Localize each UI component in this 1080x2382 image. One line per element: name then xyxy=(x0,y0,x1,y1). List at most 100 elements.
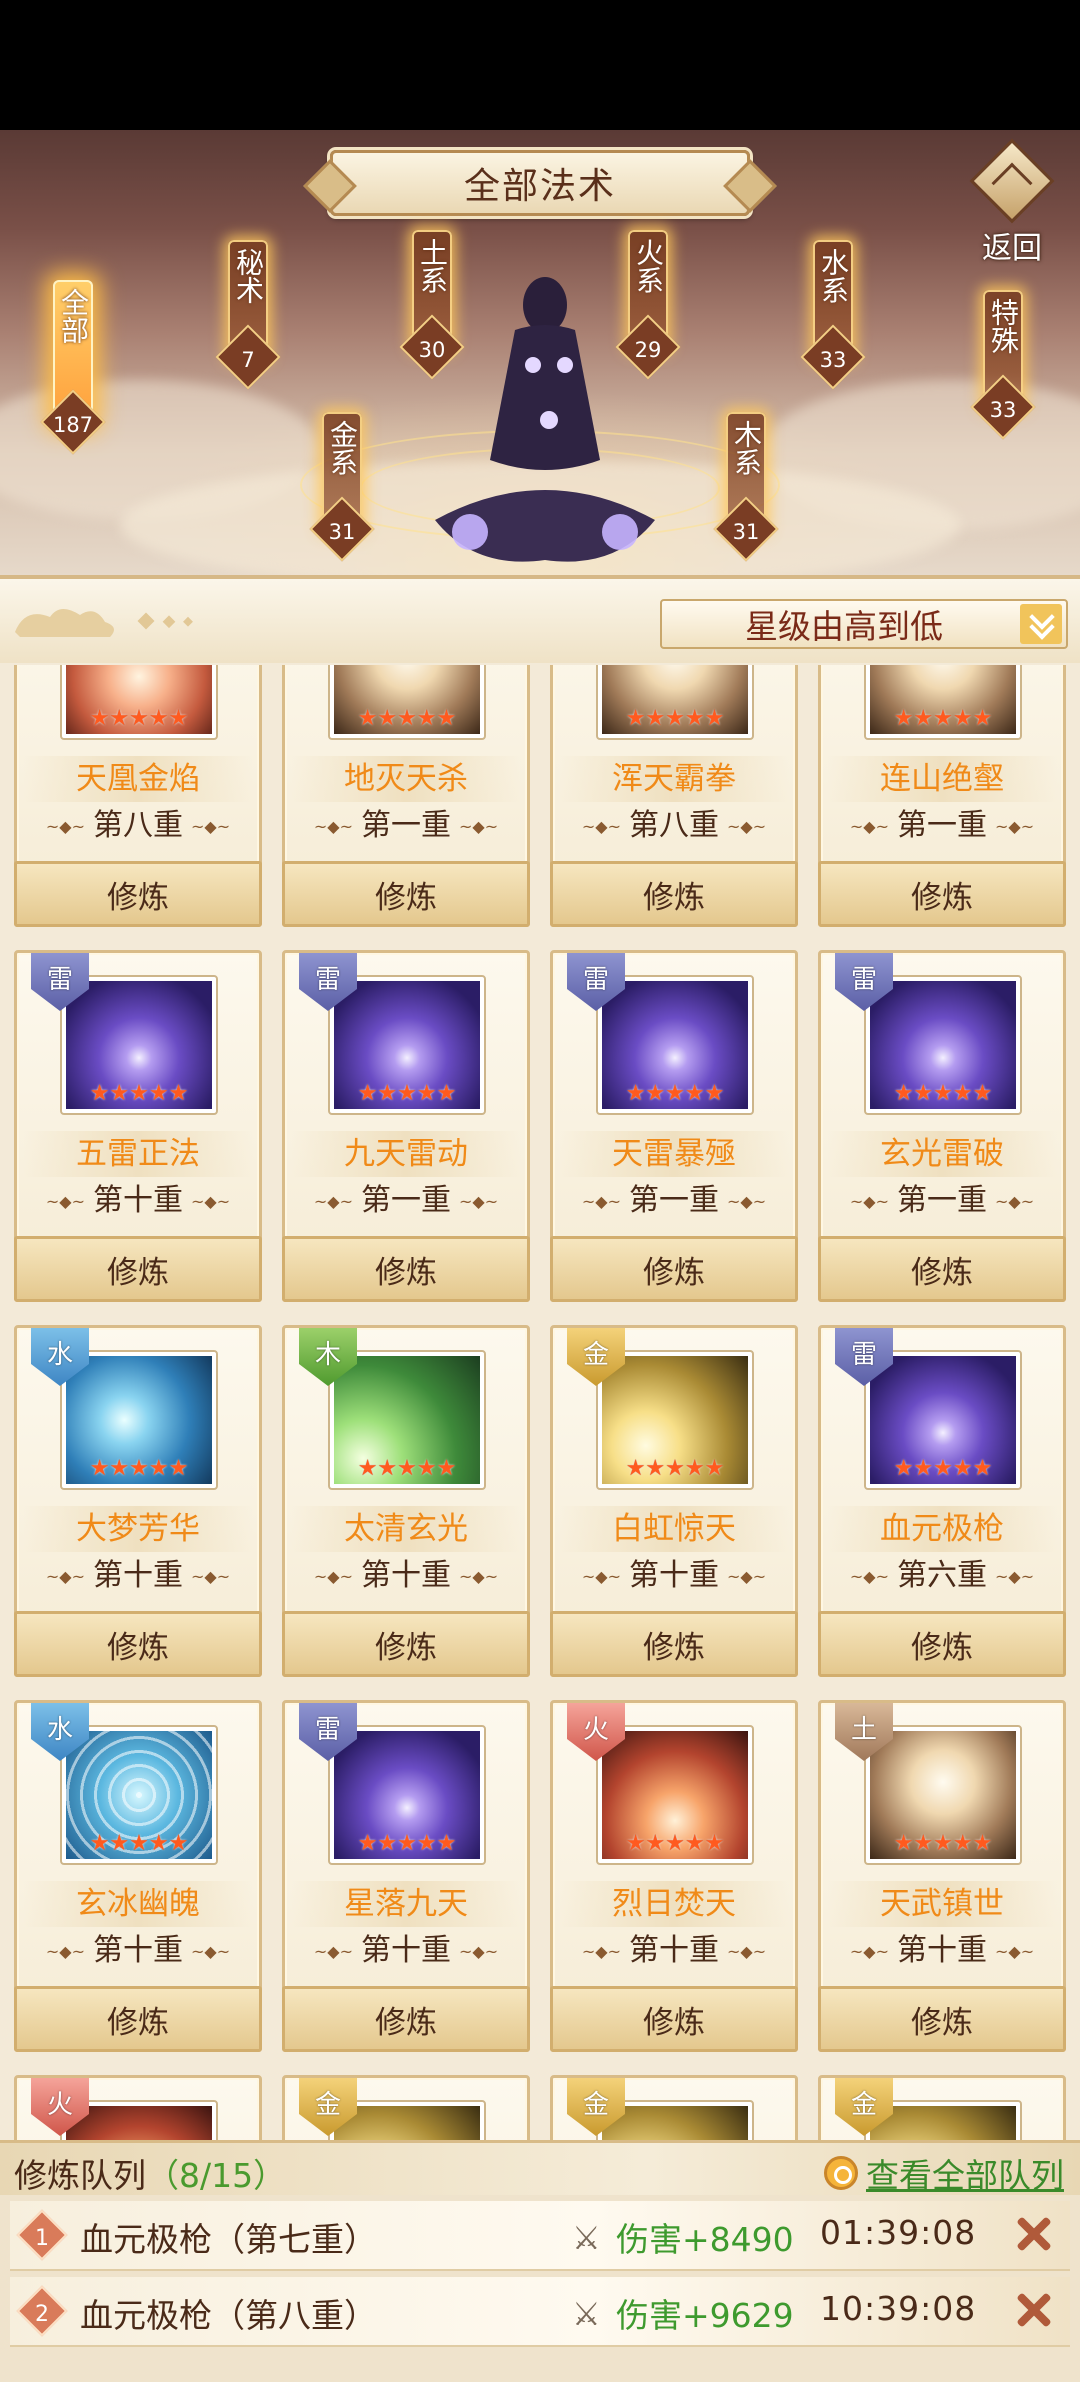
spell-icon: ★★★★★ xyxy=(864,1350,1022,1490)
queue-item-timer: 10:39:08 xyxy=(820,2289,977,2328)
train-button[interactable]: 修炼 xyxy=(282,1236,530,1302)
spell-name: 白虹惊天 xyxy=(559,1506,789,1552)
queue-index-badge: 2 xyxy=(16,2285,68,2337)
spell-card[interactable]: ★★★★★ 连山绝壑第一重修炼 xyxy=(818,665,1066,927)
tab-special[interactable]: 特殊 33 xyxy=(970,290,1036,440)
train-button[interactable]: 修炼 xyxy=(818,1611,1066,1677)
spell-card[interactable]: ★★★★★水大梦芳华第十重修炼 xyxy=(14,1325,262,1677)
spell-level: 第十重 xyxy=(285,1556,527,1596)
spell-icon: ★★★★★ xyxy=(328,975,486,1115)
spell-level: 第一重 xyxy=(553,1181,795,1221)
spell-card[interactable]: ★★★★★金修炼 xyxy=(282,2075,530,2140)
spell-name: 五雷正法 xyxy=(23,1131,253,1177)
spell-card[interactable]: ★★★★★金修炼 xyxy=(818,2075,1066,2140)
star-rating: ★★★★★ xyxy=(89,1081,189,1106)
cancel-icon[interactable] xyxy=(1010,2287,1056,2333)
spell-name: 浑天霸拳 xyxy=(559,756,789,802)
queue-item-damage: 伤害+8490 xyxy=(616,2220,794,2259)
cancel-icon[interactable] xyxy=(1010,2211,1056,2257)
spell-card[interactable]: ★★★★★雷玄光雷破第一重修炼 xyxy=(818,950,1066,1302)
spell-card[interactable]: ★★★★★火修炼 xyxy=(14,2075,262,2140)
spell-level: 第六重 xyxy=(821,1556,1063,1596)
spell-icon: ★★★★★ xyxy=(596,1725,754,1865)
spell-card[interactable]: ★★★★★水玄冰幽魄第十重修炼 xyxy=(14,1700,262,2052)
train-button[interactable]: 修炼 xyxy=(282,1986,530,2052)
spell-card[interactable]: ★★★★★雷星落九天第十重修炼 xyxy=(282,1700,530,2052)
spell-card[interactable]: ★★★★★金修炼 xyxy=(550,2075,798,2140)
train-button[interactable]: 修炼 xyxy=(550,1611,798,1677)
queue-index-badge: 1 xyxy=(16,2209,68,2261)
spell-card[interactable]: ★★★★★木太清玄光第十重修炼 xyxy=(282,1325,530,1677)
tab-earth[interactable]: 土系 30 xyxy=(399,230,465,380)
spell-level: 第一重 xyxy=(285,1181,527,1221)
tab-metal[interactable]: 金系 31 xyxy=(309,412,375,562)
train-button[interactable]: 修炼 xyxy=(550,1986,798,2052)
spell-card[interactable]: ★★★★★雷五雷正法第十重修炼 xyxy=(14,950,262,1302)
spell-card[interactable]: ★★★★★土天武镇世第十重修炼 xyxy=(818,1700,1066,2052)
train-button[interactable]: 修炼 xyxy=(14,861,262,927)
spell-card[interactable]: ★★★★★火烈日焚天第十重修炼 xyxy=(550,1700,798,2052)
tab-count: 33 xyxy=(819,347,847,372)
star-rating: ★★★★★ xyxy=(893,706,993,731)
tab-label: 秘术 xyxy=(232,248,265,304)
train-button[interactable]: 修炼 xyxy=(282,861,530,927)
spell-icon: ★★★★★ xyxy=(596,1350,754,1490)
tab-label: 特殊 xyxy=(987,298,1020,354)
spell-card[interactable]: ★★★★★雷血元极枪第六重修炼 xyxy=(818,1325,1066,1677)
train-button[interactable]: 修炼 xyxy=(14,1236,262,1302)
spell-name: 太清玄光 xyxy=(291,1506,521,1552)
queue-title-text: 修炼队列 xyxy=(14,2156,146,2195)
star-rating: ★★★★★ xyxy=(625,1456,725,1481)
spell-level: 第八重 xyxy=(17,806,259,846)
spell-card[interactable]: ★★★★★ 天凰金焰第八重修炼 xyxy=(14,665,262,927)
spell-grid-viewport[interactable]: ★★★★★天凰金焰第八重修炼★★★★★地灭天杀第一重修炼★★★★★浑天霸拳第八重… xyxy=(0,665,1080,2140)
spell-level: 第十重 xyxy=(17,1931,259,1971)
spell-level: 第十重 xyxy=(17,1181,259,1221)
spell-icon: ★★★★★ xyxy=(596,975,754,1115)
back-button[interactable]: 返回 xyxy=(962,138,1062,266)
spell-name: 地灭天杀 xyxy=(291,756,521,802)
back-arrow-icon xyxy=(969,138,1055,224)
spell-card[interactable]: ★★★★★ 浑天霸拳第八重修炼 xyxy=(550,665,798,927)
tab-fire[interactable]: 火系 29 xyxy=(615,230,681,380)
queue-count: （8/15） xyxy=(146,2156,287,2195)
spell-name: 玄光雷破 xyxy=(827,1131,1057,1177)
queue-index: 1 xyxy=(35,2225,49,2251)
spell-name: 九天雷动 xyxy=(291,1131,521,1177)
training-queue-title: 修炼队列（8/15） xyxy=(14,2149,286,2197)
train-button[interactable]: 修炼 xyxy=(818,861,1066,927)
spell-name: 连山绝壑 xyxy=(827,756,1057,802)
train-button[interactable]: 修炼 xyxy=(14,1986,262,2052)
tab-water[interactable]: 水系 33 xyxy=(800,240,866,390)
status-bar xyxy=(0,0,1080,130)
queue-item-name: 血元极枪（第七重） xyxy=(80,2220,377,2259)
tab-label: 土系 xyxy=(416,238,449,294)
spell-name: 天雷暴殛 xyxy=(559,1131,789,1177)
spell-level: 第一重 xyxy=(821,806,1063,846)
train-button[interactable]: 修炼 xyxy=(550,861,798,927)
tab-count: 7 xyxy=(241,347,255,372)
view-all-queue-link[interactable]: 查看全部队列 xyxy=(824,2149,1064,2197)
spell-card[interactable]: ★★★★★雷天雷暴殛第一重修炼 xyxy=(550,950,798,1302)
train-button[interactable]: 修炼 xyxy=(818,1236,1066,1302)
tab-secret[interactable]: 秘术 7 xyxy=(215,240,281,390)
sort-dropdown[interactable]: 星级由高到低 xyxy=(660,599,1068,649)
chevron-down-icon xyxy=(1020,604,1062,644)
star-rating: ★★★★★ xyxy=(893,1081,993,1106)
tab-wood[interactable]: 木系 31 xyxy=(713,412,779,562)
spell-list-panel: 星级由高到低 ★★★★★天凰金焰第八重修炼★★★★★地灭天杀第一重修炼★★★★★… xyxy=(0,575,1080,2382)
train-button[interactable]: 修炼 xyxy=(14,1611,262,1677)
train-button[interactable]: 修炼 xyxy=(550,1236,798,1302)
spell-icon: ★★★★★ xyxy=(60,1350,218,1490)
train-button[interactable]: 修炼 xyxy=(818,1986,1066,2052)
spell-icon: ★★★★★ xyxy=(596,665,754,740)
spell-card[interactable]: ★★★★★ 地灭天杀第一重修炼 xyxy=(282,665,530,927)
spell-name: 血元极枪 xyxy=(827,1506,1057,1552)
spell-card[interactable]: ★★★★★雷九天雷动第一重修炼 xyxy=(282,950,530,1302)
tab-label: 金系 xyxy=(326,420,359,476)
tab-all[interactable]: 全部 187 xyxy=(40,280,106,455)
search-icon xyxy=(824,2156,858,2190)
train-button[interactable]: 修炼 xyxy=(282,1611,530,1677)
spell-card[interactable]: ★★★★★金白虹惊天第十重修炼 xyxy=(550,1325,798,1677)
star-rating: ★★★★★ xyxy=(625,1831,725,1856)
